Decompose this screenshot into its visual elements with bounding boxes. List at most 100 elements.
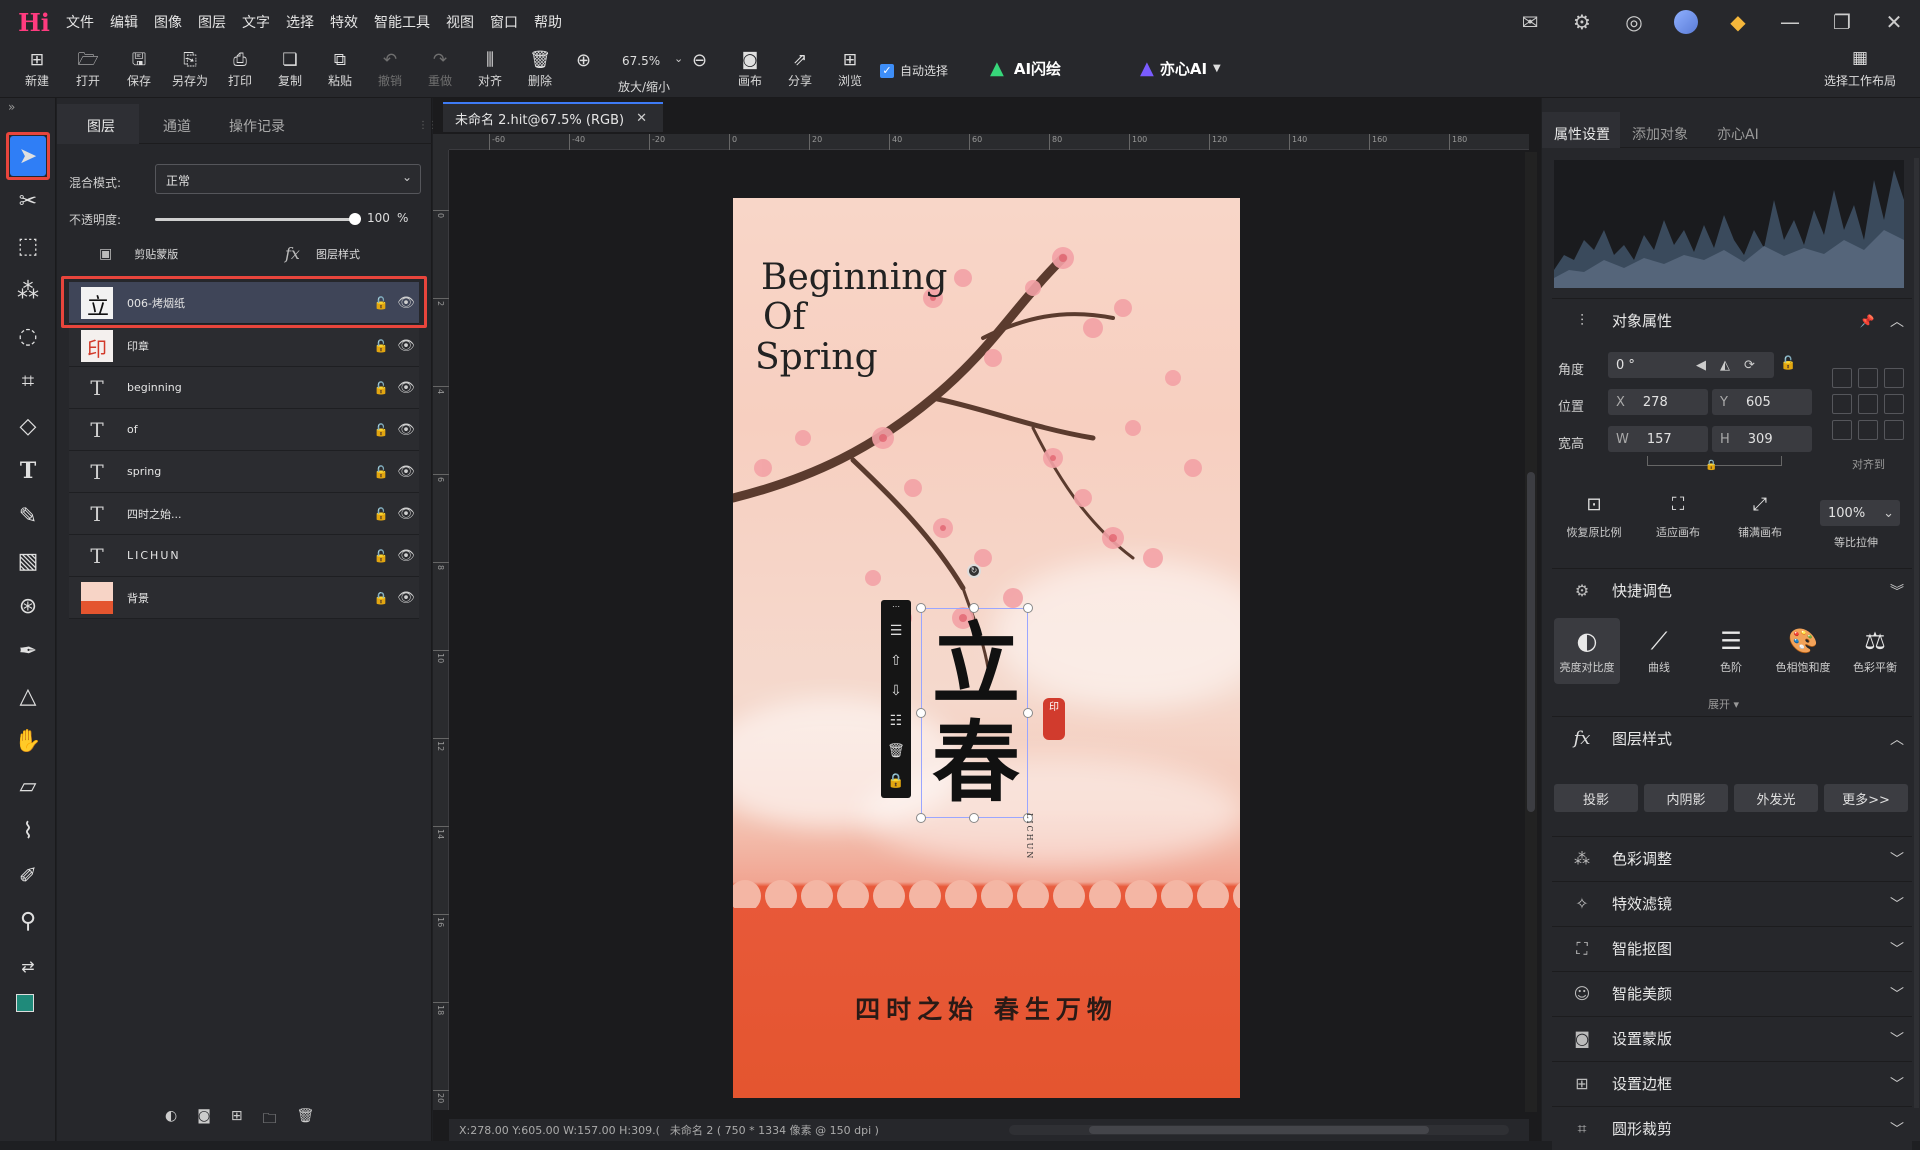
lock-icon[interactable]: 🔓: [369, 549, 393, 563]
workspace-button[interactable]: ▦ 选择工作布局: [1815, 48, 1905, 96]
scrollbar-thumb[interactable]: [1089, 1126, 1429, 1134]
delete-icon[interactable]: 🗑: [887, 736, 905, 766]
save-button[interactable]: 🖫 保存: [114, 48, 164, 96]
canvas-button[interactable]: ◙ 画布: [725, 48, 775, 96]
menu-edit[interactable]: 编辑: [110, 12, 138, 32]
move-tool-icon[interactable]: ➤: [10, 136, 46, 176]
eye-icon[interactable]: 👁: [393, 295, 419, 311]
bring-forward-icon[interactable]: ⇧: [890, 646, 902, 676]
bring-to-front-icon[interactable]: ☰: [890, 616, 903, 646]
chevron-down-icon[interactable]: ⌄: [674, 52, 683, 65]
menu-text[interactable]: 文字: [242, 12, 270, 32]
set-mask-header[interactable]: ◙ 设置蒙版 ﹀: [1552, 1016, 1912, 1060]
align-bottom-right[interactable]: [1884, 420, 1904, 440]
menu-image[interactable]: 图像: [154, 12, 182, 32]
flip-vertical-icon[interactable]: ◭: [1720, 358, 1730, 373]
marquee-icon[interactable]: ⬚: [6, 226, 50, 266]
height-input[interactable]: H 309: [1712, 426, 1812, 452]
chevron-up-icon[interactable]: ︿: [1882, 311, 1912, 331]
opacity-value[interactable]: 100: [367, 211, 390, 225]
save-as-button[interactable]: ⎘ 另存为: [165, 48, 215, 96]
lock-icon[interactable]: 🔒: [887, 766, 904, 796]
clip-mask-button[interactable]: ▣ 剪贴蒙版: [99, 246, 178, 262]
eye-icon[interactable]: 👁: [393, 464, 419, 480]
text-tool-icon[interactable]: T: [6, 451, 50, 491]
close-icon[interactable]: ✕: [1868, 0, 1920, 44]
inner-shadow-button[interactable]: 内阴影: [1644, 784, 1728, 812]
eye-icon[interactable]: 👁: [393, 338, 419, 354]
brush-icon[interactable]: ✎: [6, 496, 50, 536]
selected-calligraphy-layer[interactable]: 立春: [921, 608, 1028, 818]
eye-icon[interactable]: 👁: [393, 506, 419, 522]
panel-scrollbar[interactable]: [1914, 158, 1919, 1108]
color-balance-button[interactable]: ⚖ 色彩平衡: [1842, 618, 1908, 684]
lasso-icon[interactable]: ◌: [6, 316, 50, 356]
menu-effects[interactable]: 特效: [330, 12, 358, 32]
fit-canvas-button[interactable]: ⛶ 适应画布: [1646, 494, 1710, 540]
rotate-icon[interactable]: ⟳: [1744, 358, 1755, 373]
pin-icon[interactable]: 📌: [1852, 314, 1882, 328]
resize-handle[interactable]: [969, 603, 979, 613]
compass-icon[interactable]: ◎: [1608, 0, 1660, 44]
align-bottom-left[interactable]: [1832, 420, 1852, 440]
hand-icon[interactable]: ✋: [6, 721, 50, 761]
menu-help[interactable]: 帮助: [534, 12, 562, 32]
delete-layer-icon[interactable]: 🗑: [297, 1108, 315, 1132]
lock-icon[interactable]: 🔓: [1780, 356, 1796, 371]
tab-yixin-ai[interactable]: 亦心AI: [1717, 124, 1759, 144]
undo-button[interactable]: ↶ 撤销: [365, 48, 415, 96]
align-middle-left[interactable]: [1832, 394, 1852, 414]
align-button[interactable]: ⫼ 对齐: [465, 48, 515, 96]
ai-flash-button[interactable]: ▲ AI闪绘: [990, 58, 1061, 79]
quick-color-header[interactable]: ⚙ 快捷调色 ︾: [1552, 568, 1912, 612]
restore-ratio-button[interactable]: ⊡ 恢复原比例: [1562, 494, 1626, 540]
opacity-slider[interactable]: [155, 213, 361, 225]
fill-bucket-icon[interactable]: ◇: [6, 406, 50, 446]
menu-layer[interactable]: 图层: [198, 12, 226, 32]
tab-add-object[interactable]: 添加对象: [1632, 124, 1688, 144]
resize-handle[interactable]: [1023, 708, 1033, 718]
drag-grip-icon[interactable]: ⋯: [892, 600, 900, 616]
adjustment-layer-icon[interactable]: ◐: [165, 1108, 177, 1132]
mail-icon[interactable]: ✉: [1504, 0, 1556, 44]
zoom-out-icon[interactable]: ⊖: [692, 50, 707, 71]
align-top-center[interactable]: [1858, 368, 1878, 388]
align-top-right[interactable]: [1884, 368, 1904, 388]
align-top-left[interactable]: [1832, 368, 1852, 388]
y-input[interactable]: Y 605: [1712, 389, 1812, 415]
resize-handle[interactable]: [1023, 603, 1033, 613]
menu-file[interactable]: 文件: [66, 12, 94, 32]
lock-icon[interactable]: 🔓: [369, 296, 393, 310]
new-layer-icon[interactable]: ⊞: [231, 1108, 243, 1132]
curves-button[interactable]: ⟋ 曲线: [1626, 618, 1692, 684]
lock-icon[interactable]: 🔓: [369, 423, 393, 437]
layer-row[interactable]: T 四时之始... 🔓 👁: [69, 493, 419, 535]
new-group-icon[interactable]: 🗀: [263, 1108, 277, 1132]
yixin-ai-button[interactable]: ▲ 亦心AI ▼: [1140, 58, 1221, 79]
clone-stamp-icon[interactable]: ⊛: [6, 586, 50, 626]
mask-icon[interactable]: ◙: [197, 1108, 211, 1132]
print-button[interactable]: ⎙ 打印: [215, 48, 265, 96]
resize-handle[interactable]: [916, 813, 926, 823]
menu-window[interactable]: 窗口: [490, 12, 518, 32]
menu-smart-tools[interactable]: 智能工具: [374, 12, 430, 32]
resize-handle[interactable]: [916, 603, 926, 613]
eyedropper-icon[interactable]: ⚲: [6, 901, 50, 941]
layer-row[interactable]: 背景 🔒 👁: [69, 577, 419, 619]
more-styles-button[interactable]: 更多>>: [1824, 784, 1908, 812]
zoom-value[interactable]: 67.5%: [622, 54, 660, 68]
vip-diamond-icon[interactable]: ◆: [1712, 0, 1764, 44]
avatar[interactable]: [1660, 0, 1712, 44]
restore-icon[interactable]: ❐: [1816, 0, 1868, 44]
resize-handle[interactable]: [916, 708, 926, 718]
rotate-handle[interactable]: ↻: [967, 564, 981, 578]
color-adjust-header[interactable]: ⁂ 色彩调整 ﹀: [1552, 836, 1912, 880]
fill-canvas-button[interactable]: ⤢ 铺满画布: [1728, 494, 1792, 540]
browse-button[interactable]: ⊞ 浏览: [825, 48, 875, 96]
vertical-scrollbar[interactable]: [1525, 152, 1537, 1112]
delete-button[interactable]: 🗑 删除: [515, 48, 565, 96]
lock-icon[interactable]: 🔓: [369, 381, 393, 395]
horizontal-scrollbar[interactable]: [1009, 1125, 1509, 1135]
shape-icon[interactable]: △: [6, 676, 50, 716]
paste-button[interactable]: ⧉ 粘贴: [315, 48, 365, 96]
